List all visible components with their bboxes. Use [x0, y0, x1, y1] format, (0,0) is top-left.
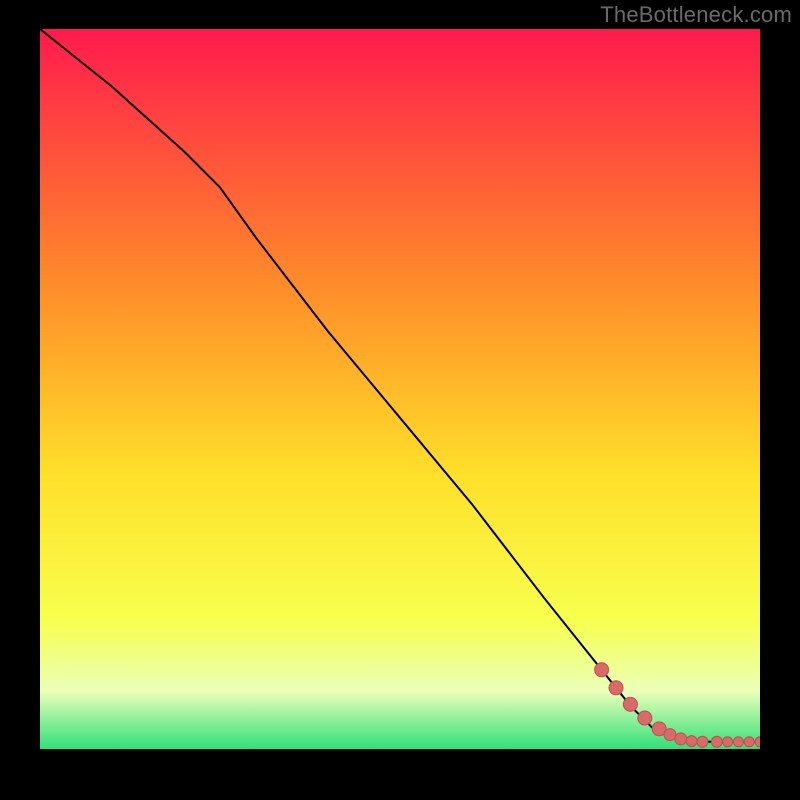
gradient-background	[40, 29, 760, 749]
chart-frame: TheBottleneck.com	[0, 0, 800, 800]
marker-point	[733, 737, 743, 747]
marker-point	[711, 736, 722, 747]
marker-point	[723, 737, 733, 747]
marker-point	[623, 697, 637, 711]
marker-point	[595, 663, 609, 677]
watermark-text: TheBottleneck.com	[600, 2, 792, 28]
marker-point	[675, 733, 687, 745]
chart-svg	[40, 29, 760, 749]
marker-point	[638, 711, 652, 725]
marker-point	[744, 737, 754, 747]
marker-point	[664, 729, 676, 741]
marker-point	[697, 736, 708, 747]
marker-point	[609, 681, 623, 695]
plot-area	[40, 29, 760, 749]
marker-point	[686, 736, 697, 747]
